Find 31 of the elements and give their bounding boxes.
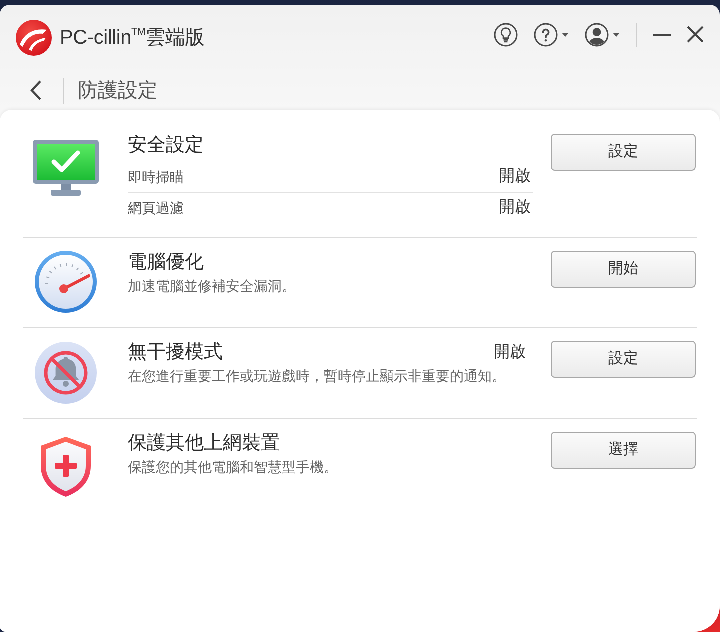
- action-button[interactable]: 設定: [551, 134, 696, 171]
- section-description: 在您進行重要工作或玩遊戲時，暫時停止顯示非重要的通知。: [128, 367, 507, 386]
- minimize-icon[interactable]: [653, 34, 671, 36]
- section-title: 保護其他上網裝置: [128, 432, 280, 456]
- logo-icon: [16, 20, 52, 56]
- muted-bell-icon: [35, 342, 97, 404]
- section-title: 安全設定: [128, 134, 204, 158]
- caret-icon[interactable]: [613, 32, 620, 36]
- status-text: 開啟: [494, 343, 527, 363]
- setting-label: 即時掃瞄: [128, 168, 184, 187]
- status-text: 開啟: [499, 167, 532, 187]
- shield-plus-icon: [39, 436, 93, 498]
- back-icon[interactable]: [30, 80, 42, 101]
- user-icon[interactable]: [585, 22, 609, 46]
- lightbulb-icon[interactable]: [494, 22, 518, 46]
- setting-label: 網頁過濾: [128, 199, 184, 218]
- section-title: 無干擾模式: [128, 341, 223, 365]
- action-button[interactable]: 選擇: [551, 432, 696, 469]
- close-icon[interactable]: [687, 26, 704, 43]
- action-button[interactable]: 開始: [551, 251, 696, 288]
- monitor-check-icon: [33, 140, 99, 196]
- action-button[interactable]: 設定: [551, 341, 696, 378]
- gauge-icon: [35, 251, 97, 313]
- app-title: PC-cillin$^{TM}$雲端版: [60, 26, 205, 51]
- section-title: 電腦優化: [128, 251, 204, 275]
- help-icon[interactable]: [534, 22, 558, 46]
- caret-icon[interactable]: [562, 32, 569, 36]
- section-description: 加速電腦並修補安全漏洞。: [128, 277, 297, 296]
- page-title: 防護設定: [78, 78, 158, 104]
- status-text: 開啟: [499, 198, 532, 218]
- section-description: 保護您的其他電腦和智慧型手機。: [128, 458, 339, 477]
